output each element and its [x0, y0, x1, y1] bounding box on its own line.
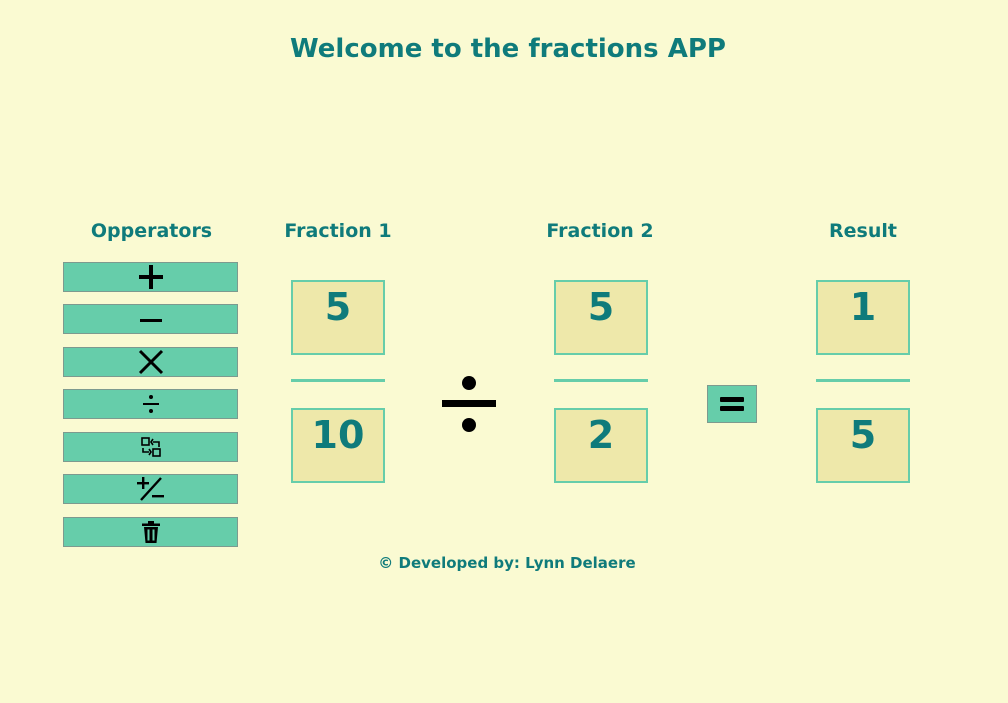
trash-icon: [141, 521, 160, 543]
equals-icon: [720, 397, 744, 411]
multiply-button[interactable]: [63, 347, 238, 377]
plus-minus-button[interactable]: [63, 474, 238, 504]
result-numerator: 1: [816, 280, 910, 355]
fraction1-header: Fraction 1: [284, 220, 392, 242]
plus-icon: [138, 265, 163, 289]
fraction1-denominator[interactable]: 10: [291, 408, 385, 483]
minus-button[interactable]: [63, 304, 238, 334]
result-header: Result: [829, 220, 897, 242]
plus-minus-icon: [136, 477, 164, 501]
multiply-icon: [138, 349, 163, 375]
swap-button[interactable]: [63, 432, 238, 462]
fraction2-numerator[interactable]: 5: [554, 280, 648, 355]
swap-icon: [140, 437, 161, 457]
fraction1-numerator[interactable]: 5: [291, 280, 385, 355]
divide-icon: [142, 395, 159, 413]
fraction2-header: Fraction 2: [546, 220, 654, 242]
fraction2-denominator[interactable]: 2: [554, 408, 648, 483]
footer-credit: © Developed by: Lynn Delaere: [378, 554, 636, 572]
equals-button[interactable]: [707, 385, 757, 423]
divide-button[interactable]: [63, 389, 238, 419]
delete-button[interactable]: [63, 517, 238, 547]
app-title: Welcome to the fractions APP: [290, 34, 726, 64]
fraction1-bar: [291, 379, 385, 382]
result-denominator: 5: [816, 408, 910, 483]
operators-header: Opperators: [90, 220, 213, 242]
minus-icon: [139, 319, 162, 322]
plus-button[interactable]: [63, 262, 238, 292]
result-bar: [816, 379, 910, 382]
divide-icon: [442, 376, 496, 432]
fraction2-bar: [554, 379, 648, 382]
